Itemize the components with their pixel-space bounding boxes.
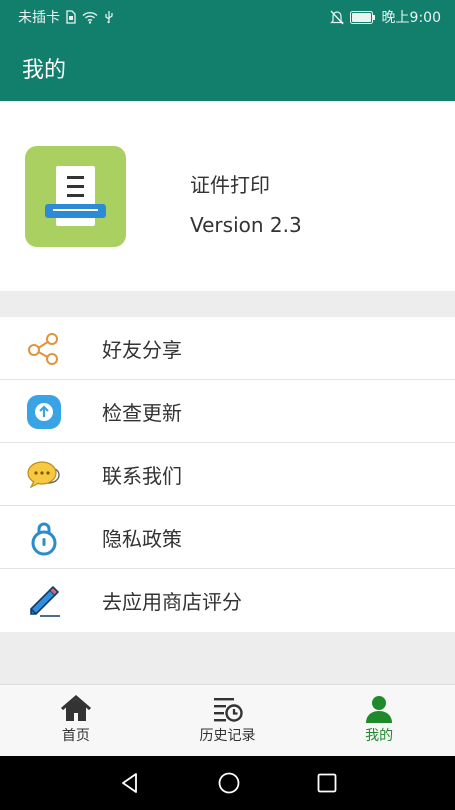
menu-item-check-update[interactable]: 检查更新 xyxy=(0,380,455,443)
battery-icon xyxy=(349,10,376,24)
home-circle-icon[interactable] xyxy=(218,772,240,794)
lock-icon xyxy=(26,520,62,556)
carrier-text: 未插卡 xyxy=(18,10,60,26)
tab-mine-label: 我的 xyxy=(365,728,394,744)
update-icon xyxy=(26,394,62,430)
status-right: 晚上9:00 xyxy=(329,7,441,27)
status-left: 未插卡 xyxy=(18,7,114,27)
app-version: Version 2.3 xyxy=(190,213,302,237)
mute-icon xyxy=(329,10,344,25)
menu-label-check-update: 检查更新 xyxy=(102,400,182,425)
menu-label-rate-app: 去应用商店评分 xyxy=(102,590,242,614)
sim-icon xyxy=(66,10,76,24)
pen-icon xyxy=(26,583,62,619)
system-nav-bar xyxy=(0,756,455,810)
menu-label-contact-us: 联系我们 xyxy=(102,463,182,488)
profile-card: 证件打印 Version 2.3 xyxy=(0,101,455,291)
app-logo-icon xyxy=(25,146,126,247)
wifi-icon xyxy=(82,11,98,24)
back-icon[interactable] xyxy=(119,772,141,794)
menu-item-privacy-policy[interactable]: 隐私政策 xyxy=(0,506,455,569)
bottom-nav: 首页 历史记录 我的 xyxy=(0,684,455,756)
tab-home-label: 首页 xyxy=(61,728,90,744)
history-icon xyxy=(212,695,244,725)
chat-icon xyxy=(26,457,62,493)
status-bar: 未插卡 晚上9:00 xyxy=(0,0,455,34)
person-icon xyxy=(363,695,395,725)
usb-icon xyxy=(104,10,114,24)
menu-item-contact-us[interactable]: 联系我们 xyxy=(0,443,455,506)
tab-history[interactable]: 历史记录 xyxy=(152,685,304,756)
recents-icon[interactable] xyxy=(317,773,337,793)
tab-home[interactable]: 首页 xyxy=(0,685,152,756)
settings-menu: 好友分享 检查更新 联系我们 隐私政策 去应用商店评分 xyxy=(0,317,455,632)
app-bar: 我的 xyxy=(0,34,455,101)
menu-label-share: 好友分享 xyxy=(102,337,182,362)
menu-label-privacy-policy: 隐私政策 xyxy=(102,526,182,551)
tab-history-label: 历史记录 xyxy=(199,728,256,744)
menu-item-share[interactable]: 好友分享 xyxy=(0,317,455,380)
tab-mine[interactable]: 我的 xyxy=(303,685,455,756)
page-title: 我的 xyxy=(22,57,67,83)
app-name: 证件打印 xyxy=(190,173,270,197)
home-icon xyxy=(60,695,92,725)
menu-item-rate-app[interactable]: 去应用商店评分 xyxy=(0,569,455,632)
clock-text: 晚上9:00 xyxy=(381,10,441,26)
share-icon xyxy=(26,331,62,367)
